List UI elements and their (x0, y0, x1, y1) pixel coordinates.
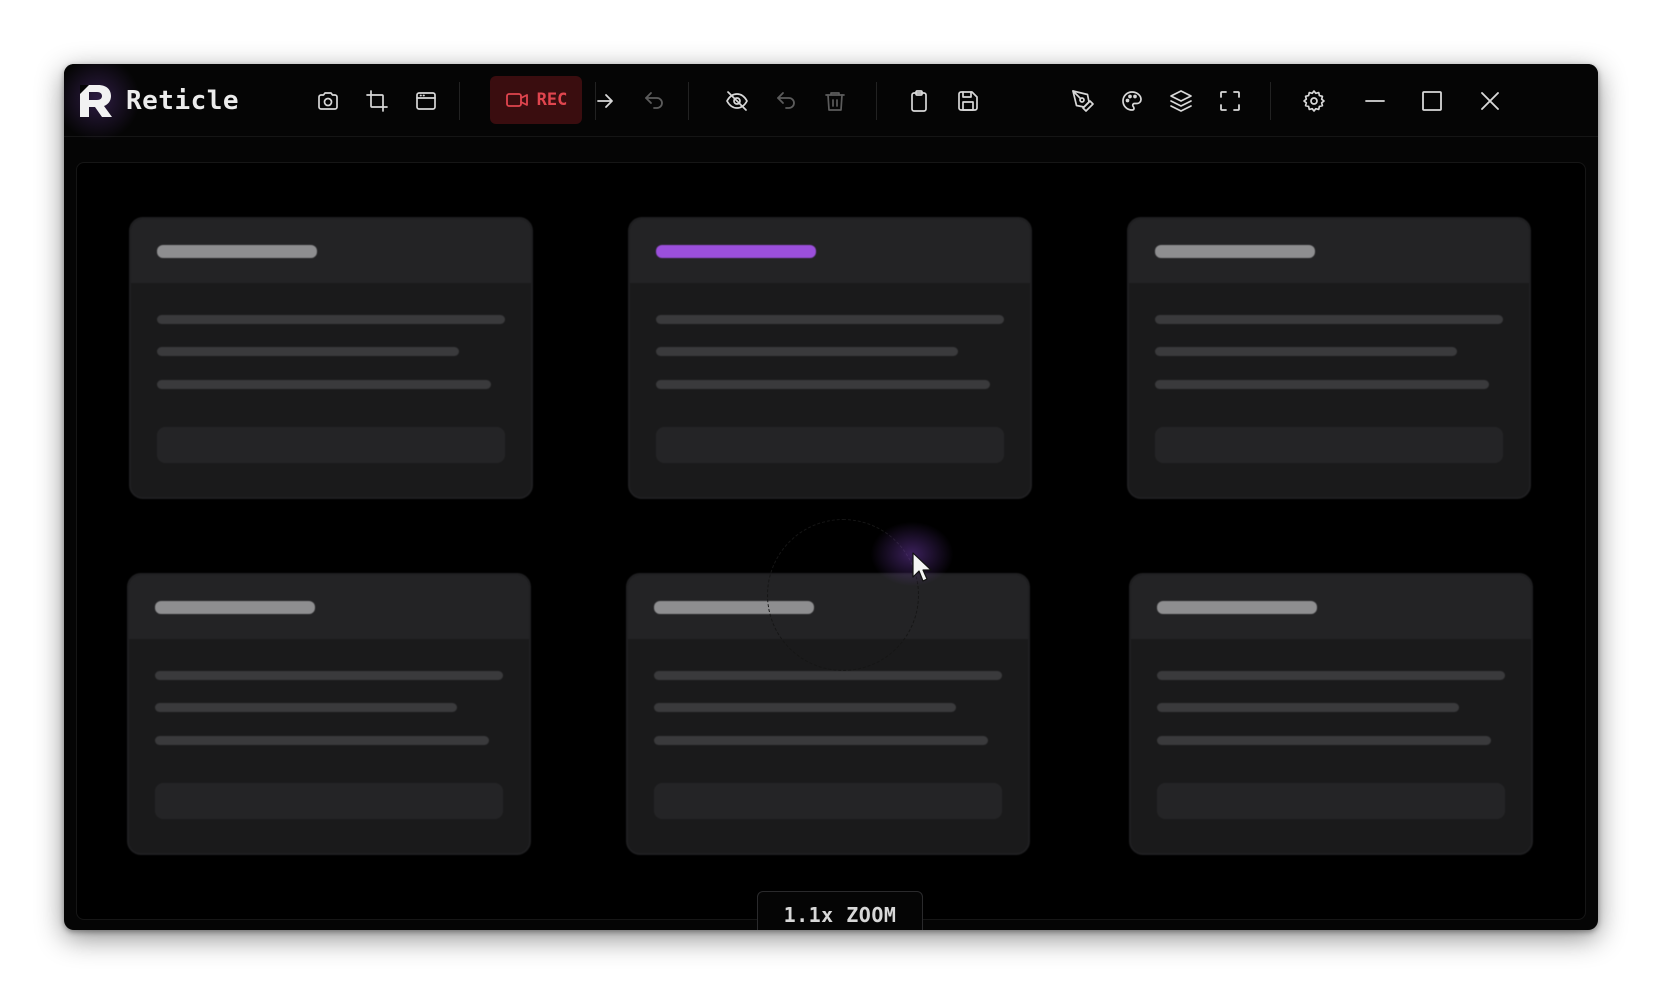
palette-icon (1122, 91, 1142, 111)
card-button-placeholder (1157, 783, 1505, 819)
arrow-right-icon (597, 94, 613, 108)
gear-icon (1303, 90, 1325, 112)
save-button[interactable] (947, 80, 989, 122)
eye-off-icon (726, 91, 748, 111)
minimize-icon (1365, 100, 1385, 102)
text-line-placeholder (1157, 736, 1491, 745)
text-line-placeholder (654, 736, 988, 745)
pen-tool-icon (1072, 90, 1094, 112)
app-window: Reticle REC 1.1x ZOOM (64, 64, 1598, 930)
card-title-placeholder (1157, 601, 1317, 614)
card-button-placeholder (1155, 427, 1503, 463)
text-line-placeholder (157, 347, 459, 356)
layers-button[interactable] (1160, 80, 1202, 122)
minimize-button[interactable] (1354, 80, 1396, 122)
undo-button[interactable] (633, 80, 675, 122)
clipboard-icon (911, 90, 927, 112)
maximize-button[interactable] (1411, 80, 1453, 122)
copy-button[interactable] (898, 80, 940, 122)
pointer-cursor-icon (912, 552, 932, 582)
card-title-placeholder (155, 601, 315, 614)
brand: Reticle (64, 64, 240, 143)
maximize-icon (1422, 91, 1442, 111)
text-line-placeholder (656, 347, 958, 356)
record-label: REC (536, 90, 568, 110)
layers-icon (1170, 90, 1192, 112)
text-line-placeholder (157, 315, 505, 324)
placeholder-card (127, 573, 531, 855)
card-button-placeholder (654, 783, 1002, 819)
toolbar-separator (1270, 82, 1271, 120)
fullscreen-button[interactable] (1209, 80, 1251, 122)
text-line-placeholder (155, 671, 503, 680)
save-icon (958, 91, 978, 111)
card-button-placeholder (155, 783, 503, 819)
toolbar-separator (876, 82, 877, 120)
placeholder-card (129, 217, 533, 499)
forward-button[interactable] (584, 80, 626, 122)
capture-canvas[interactable]: 1.1x ZOOM (76, 162, 1586, 930)
video-camera-icon (505, 93, 528, 107)
text-line-placeholder (1155, 347, 1457, 356)
text-line-placeholder (1157, 671, 1505, 680)
text-line-placeholder (654, 703, 956, 712)
text-line-placeholder (656, 380, 990, 389)
annotate-button[interactable] (1062, 80, 1104, 122)
crop-icon (366, 90, 388, 112)
text-line-placeholder (654, 671, 1002, 680)
text-line-placeholder (155, 703, 457, 712)
card-title-placeholder-accent (656, 245, 816, 258)
undo-icon (645, 92, 663, 109)
crop-button[interactable] (356, 80, 398, 122)
text-line-placeholder (1155, 315, 1503, 324)
card-title-placeholder (157, 245, 317, 258)
placeholder-card (1127, 217, 1531, 499)
toolbar-separator (688, 82, 689, 120)
reticle-logo-icon (80, 85, 112, 117)
color-button[interactable] (1111, 80, 1153, 122)
close-button[interactable] (1469, 80, 1511, 122)
text-line-placeholder (1157, 703, 1459, 712)
text-line-placeholder (1155, 380, 1489, 389)
text-line-placeholder (157, 380, 491, 389)
settings-button[interactable] (1293, 80, 1335, 122)
record-button[interactable]: REC (490, 76, 582, 124)
close-icon (1481, 92, 1499, 110)
screenshot-button[interactable] (307, 80, 349, 122)
undo-annotation-button[interactable] (765, 80, 807, 122)
toolbar-separator (459, 82, 460, 120)
window-capture-button[interactable] (405, 80, 447, 122)
undo-icon (777, 92, 795, 109)
zoom-level-badge: 1.1x ZOOM (757, 891, 923, 930)
card-title-placeholder (1155, 245, 1315, 258)
camera-icon (318, 92, 338, 110)
placeholder-card (1129, 573, 1533, 855)
title-bar: Reticle REC (64, 64, 1598, 143)
trash-icon (825, 92, 845, 111)
hide-button[interactable] (716, 80, 758, 122)
placeholder-card-highlighted (628, 217, 1032, 499)
window-icon (416, 92, 436, 110)
app-title: Reticle (126, 86, 240, 116)
text-line-placeholder (155, 736, 489, 745)
card-button-placeholder (656, 427, 1004, 463)
delete-button[interactable] (814, 80, 856, 122)
text-line-placeholder (656, 315, 1004, 324)
card-button-placeholder (157, 427, 505, 463)
fullscreen-icon (1220, 91, 1240, 111)
